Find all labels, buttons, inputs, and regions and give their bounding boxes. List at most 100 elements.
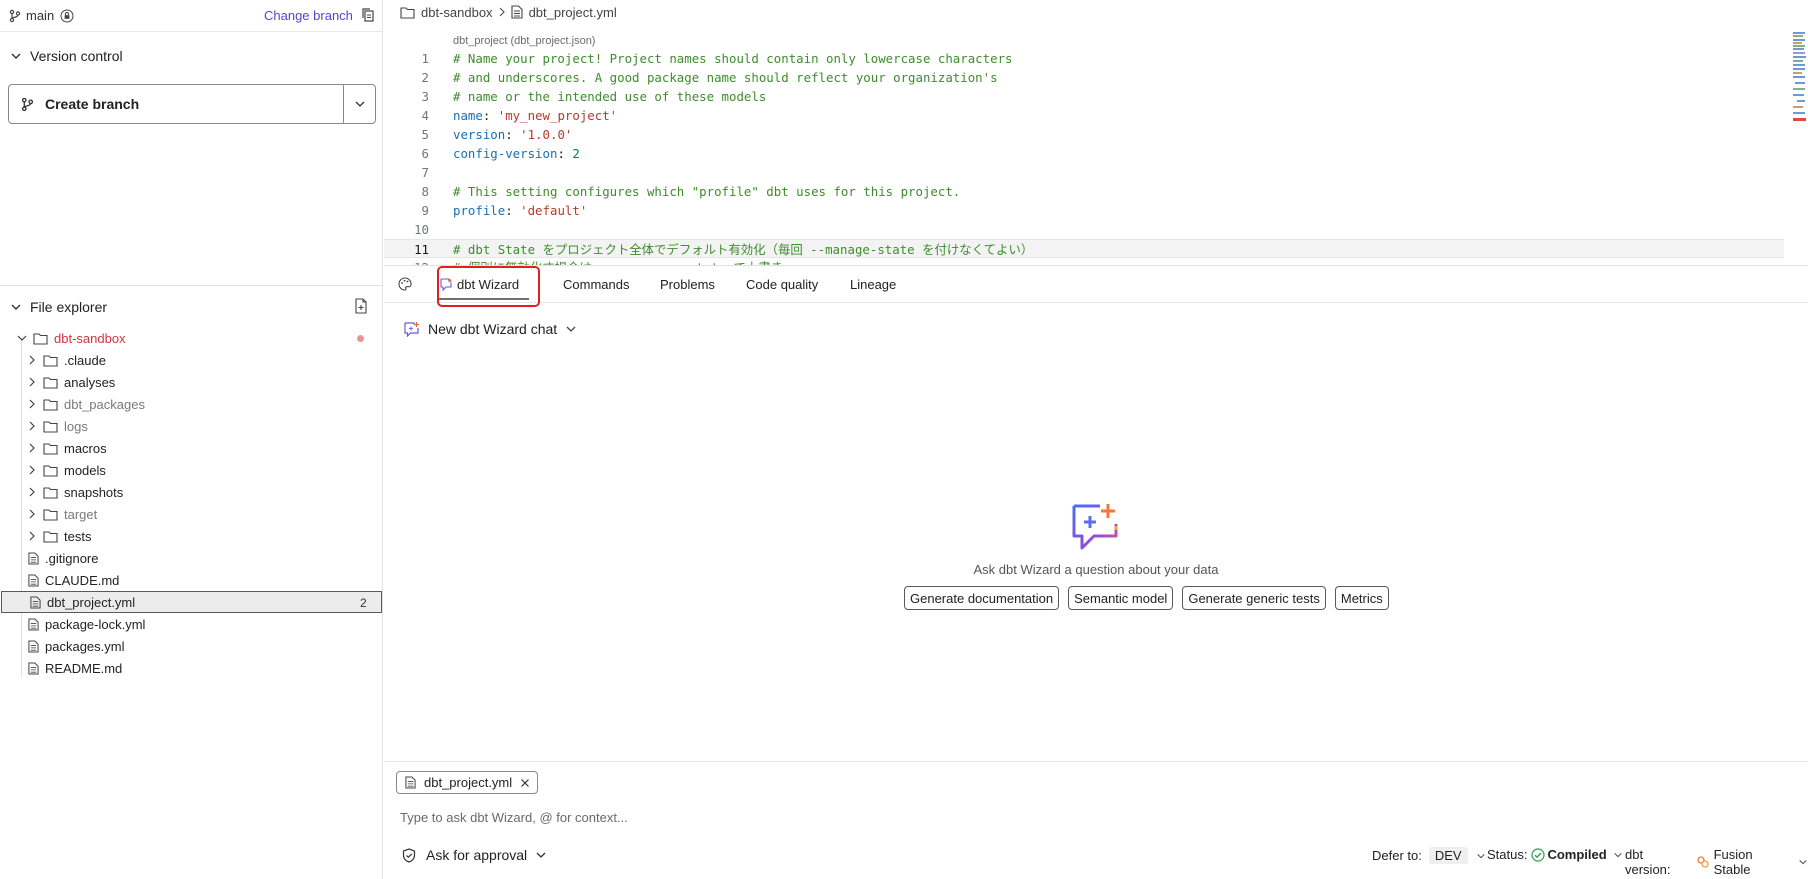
code-line[interactable]: 7 bbox=[384, 163, 1784, 182]
chevron-right-icon bbox=[26, 508, 38, 520]
chat-selector[interactable]: New dbt Wizard chat bbox=[404, 321, 577, 337]
chevron-right-icon bbox=[26, 376, 38, 388]
suggest-metrics[interactable]: Metrics bbox=[1334, 586, 1389, 610]
chevron-down-icon bbox=[565, 323, 577, 335]
chevron-down-icon bbox=[10, 50, 22, 62]
tree-folder[interactable]: macros bbox=[0, 437, 383, 459]
tree-folder[interactable]: snapshots bbox=[0, 481, 383, 503]
tree-folder[interactable]: target bbox=[0, 503, 383, 525]
tree-folder-name: target bbox=[64, 506, 98, 522]
breadcrumb-folder[interactable]: dbt-sandbox bbox=[421, 5, 493, 20]
shield-check-icon bbox=[402, 847, 416, 863]
code-lines[interactable]: 1 # Name your project! Project names shou… bbox=[384, 49, 1784, 265]
defer-selector[interactable]: Defer to: DEV bbox=[1372, 847, 1486, 864]
create-branch-label: Create branch bbox=[45, 96, 140, 112]
line-text: version: '1.0.0' bbox=[453, 127, 573, 142]
code-line[interactable]: 4 name: 'my_new_project' bbox=[384, 106, 1784, 125]
code-line[interactable]: 11 # dbt State をプロジェクト全体でデフォルト有効化（毎回 --ma… bbox=[384, 239, 1784, 258]
create-branch-dropdown[interactable] bbox=[343, 85, 375, 123]
tab-lineage[interactable]: Lineage bbox=[850, 277, 896, 292]
chat-input[interactable] bbox=[400, 807, 1780, 827]
branch-name: main bbox=[26, 8, 55, 23]
suggest-semantic-model[interactable]: Semantic model bbox=[1068, 586, 1174, 610]
line-text: # dbt State をプロジェクト全体でデフォルト有効化（毎回 --mana… bbox=[453, 242, 1034, 257]
file-icon bbox=[28, 551, 39, 565]
suggest-generate-generic-tests[interactable]: Generate generic tests bbox=[1182, 586, 1326, 610]
tree-folder[interactable]: models bbox=[0, 459, 383, 481]
code-line[interactable]: 2 # and underscores. A good package name … bbox=[384, 68, 1784, 87]
folder-icon bbox=[400, 6, 415, 19]
status-label: Status: bbox=[1487, 847, 1528, 862]
approval-mode-selector[interactable]: Ask for approval bbox=[402, 847, 547, 863]
line-number: 7 bbox=[421, 165, 429, 180]
schema-hint[interactable]: dbt_project (dbt_project.json) bbox=[453, 35, 595, 47]
tree-file[interactable]: .gitignore bbox=[0, 547, 383, 569]
copy-icon[interactable] bbox=[360, 7, 376, 23]
line-text: # and underscores. A good package name s… bbox=[453, 70, 998, 85]
bottom-panel: dbt Wizard Commands Problems Code qualit… bbox=[384, 265, 1808, 879]
change-branch-link[interactable]: Change branch bbox=[264, 8, 353, 23]
code-line[interactable]: 9 profile: 'default' bbox=[384, 201, 1784, 220]
line-number: 3 bbox=[421, 89, 429, 104]
breadcrumb-file[interactable]: dbt_project.yml bbox=[529, 5, 617, 20]
tree-file[interactable]: packages.yml bbox=[0, 635, 383, 657]
chevron-right-icon bbox=[498, 6, 506, 18]
git-branch-icon bbox=[20, 97, 35, 112]
section-divider bbox=[0, 285, 383, 286]
tab-code-quality[interactable]: Code quality bbox=[746, 277, 818, 292]
tree-root-folder[interactable]: dbt-sandbox bbox=[0, 327, 383, 349]
code-line[interactable]: 8 # This setting configures which "profil… bbox=[384, 182, 1784, 201]
minimap[interactable] bbox=[1793, 32, 1807, 124]
context-file-chip[interactable]: dbt_project.yml bbox=[396, 771, 539, 794]
code-line[interactable]: 6 config-version: 2 bbox=[384, 144, 1784, 163]
code-line[interactable]: 1 # Name your project! Project names shou… bbox=[384, 49, 1784, 68]
tree-folder[interactable]: analyses bbox=[0, 371, 383, 393]
line-text: config-version: 2 bbox=[453, 146, 580, 161]
suggestion-chips: Generate documentation Semantic model Ge… bbox=[904, 586, 1389, 610]
tree-file[interactable]: dbt_project.yml 2 bbox=[1, 591, 382, 613]
folder-icon bbox=[43, 508, 58, 521]
status-selector[interactable]: Status: Compiled bbox=[1487, 847, 1623, 862]
tree-folder-name: logs bbox=[64, 418, 88, 434]
tree-file-name: .gitignore bbox=[45, 550, 99, 566]
folder-icon bbox=[43, 398, 58, 411]
composer-footer: Ask for approval Defer to: DEV Status: C… bbox=[384, 843, 1808, 877]
new-file-icon[interactable] bbox=[354, 298, 368, 314]
version-value: Fusion Stable bbox=[1713, 847, 1753, 877]
fusion-icon bbox=[1696, 855, 1710, 869]
code-line[interactable]: 3 # name or the intended use of these mod… bbox=[384, 87, 1784, 106]
chevron-right-icon bbox=[26, 442, 38, 454]
tab-commands[interactable]: Commands bbox=[563, 277, 629, 292]
suggest-generate-documentation[interactable]: Generate documentation bbox=[904, 586, 1060, 610]
tree-file[interactable]: CLAUDE.md bbox=[0, 569, 383, 591]
palette-icon[interactable] bbox=[398, 277, 412, 291]
version-control-title: Version control bbox=[30, 48, 123, 64]
tab-problems[interactable]: Problems bbox=[660, 277, 715, 292]
file-icon bbox=[28, 639, 39, 653]
branch-bar: main Change branch bbox=[0, 0, 383, 32]
tree-file[interactable]: package-lock.yml bbox=[0, 613, 383, 635]
version-control-header[interactable]: Version control bbox=[0, 43, 383, 69]
approval-label: Ask for approval bbox=[426, 847, 528, 863]
tree-folder[interactable]: .claude bbox=[0, 349, 383, 371]
sidebar: main Change branch Version control Creat… bbox=[0, 0, 383, 879]
code-line[interactable]: 12 # 個別に無効化す場合は --no-manage-state で上書き bbox=[384, 258, 1784, 265]
problem-count-badge: 2 bbox=[360, 596, 367, 610]
close-icon[interactable] bbox=[520, 778, 530, 788]
tree-folder[interactable]: logs bbox=[0, 415, 383, 437]
folder-icon bbox=[43, 530, 58, 543]
tree-folder[interactable]: tests bbox=[0, 525, 383, 547]
tree-file[interactable]: README.md bbox=[0, 657, 383, 679]
tree-folder-name: .claude bbox=[64, 352, 106, 368]
code-line[interactable]: 10 bbox=[384, 220, 1784, 239]
check-circle-icon bbox=[1531, 847, 1546, 862]
create-branch-button[interactable]: Create branch bbox=[9, 85, 343, 123]
tree-folder[interactable]: dbt_packages bbox=[0, 393, 383, 415]
code-line[interactable]: 5 version: '1.0.0' bbox=[384, 125, 1784, 144]
wizard-logo-icon bbox=[1070, 502, 1122, 554]
dbt-version-selector[interactable]: dbt version: Fusion Stable bbox=[1625, 847, 1808, 877]
chevron-down-icon bbox=[1798, 857, 1808, 867]
code-editor[interactable]: dbt-sandbox dbt_project.yml dbt_project … bbox=[384, 0, 1808, 265]
file-explorer-header[interactable]: File explorer bbox=[0, 294, 383, 320]
tree-folder-name: tests bbox=[64, 528, 92, 544]
